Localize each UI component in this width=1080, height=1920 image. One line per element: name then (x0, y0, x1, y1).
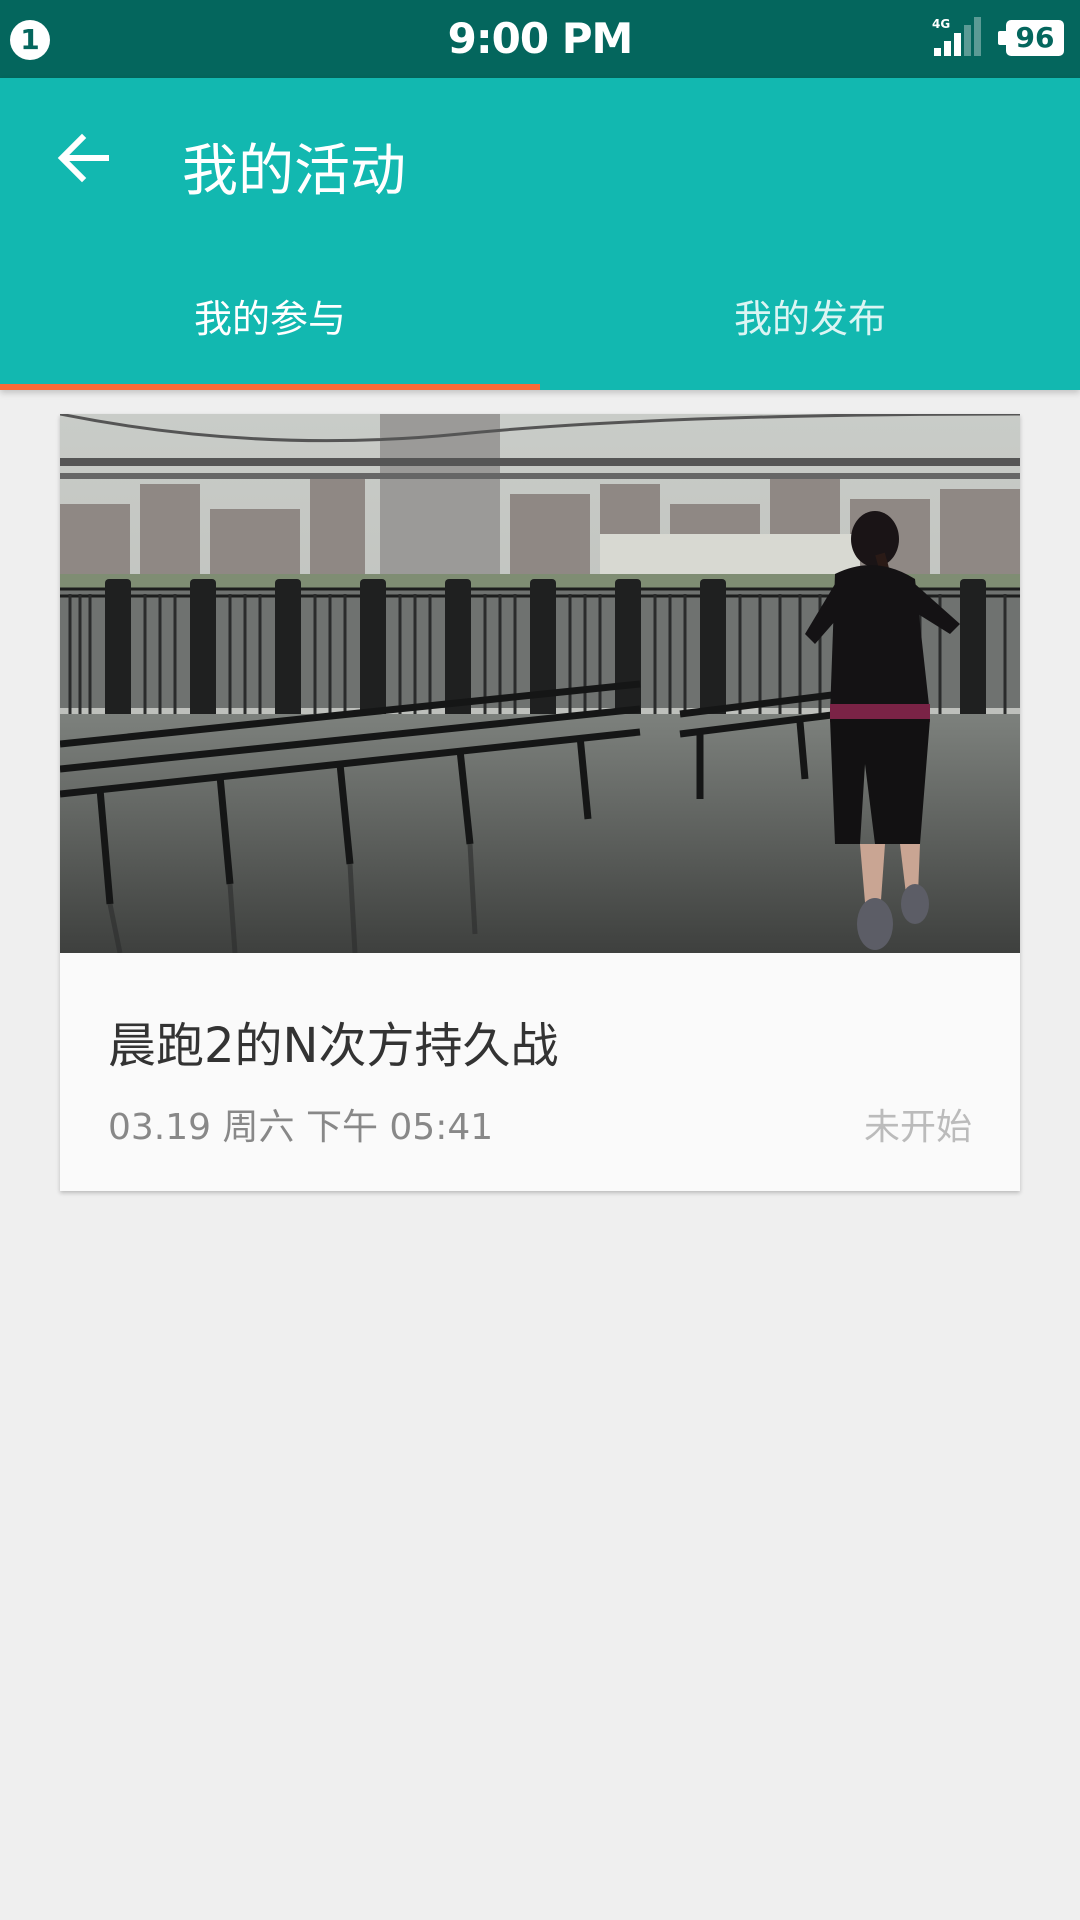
jogging-photo (60, 414, 1020, 953)
tab-my-participation[interactable]: 我的参与 (0, 288, 540, 343)
tab-my-published[interactable]: 我的发布 (540, 288, 1080, 343)
activity-title: 晨跑2的N次方持久战 (108, 1018, 559, 1074)
status-bar: 1 9:00 PM 4G 96 (0, 0, 1080, 78)
app-bar: 我的活动 我的参与 我的发布 (0, 78, 1080, 390)
activity-datetime: 03.19 周六 下午 05:41 (108, 1107, 494, 1148)
page-title: 我的活动 (182, 139, 406, 204)
network-type-label: 4G (932, 17, 950, 31)
battery-icon: 96 (998, 20, 1064, 56)
signal-4g-icon: 4G (932, 17, 981, 56)
tab-indicator (0, 384, 540, 390)
arrow-left-icon[interactable] (56, 130, 112, 186)
status-time: 9:00 PM (447, 14, 634, 63)
activity-cover-image (60, 414, 1020, 953)
activity-card[interactable]: 晨跑2的N次方持久战 03.19 周六 下午 05:41 未开始 (60, 414, 1020, 1191)
activity-status: 未开始 (863, 1107, 972, 1148)
